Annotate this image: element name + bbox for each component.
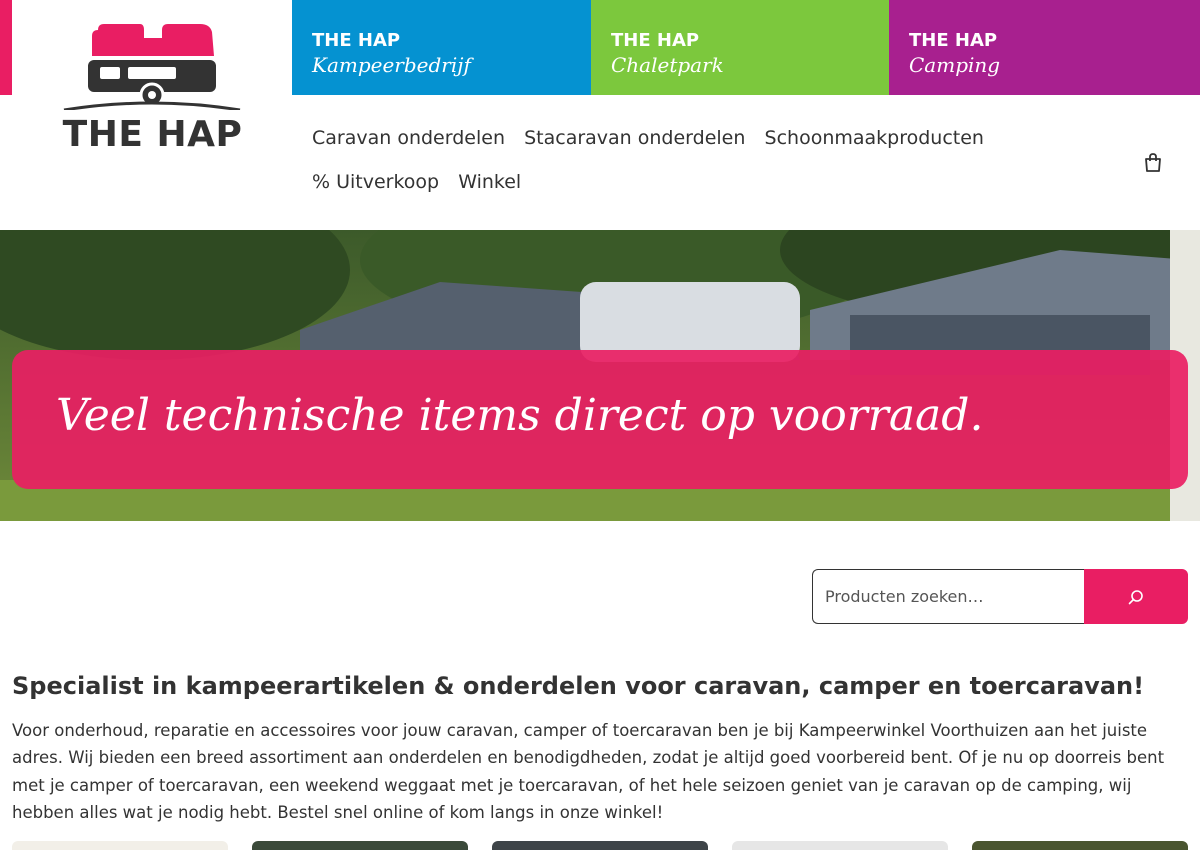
logo-text: THE HAP <box>62 114 243 155</box>
tile-title: THE HAP <box>909 30 998 51</box>
hero-banner: Veel technische items direct op voorraad… <box>12 350 1188 489</box>
category-thumbnail[interactable] <box>252 841 468 850</box>
tile-chaletpark[interactable]: THE HAP Chaletpark <box>591 0 889 95</box>
caravan-logo-icon <box>63 24 241 112</box>
search-button[interactable] <box>1084 569 1188 624</box>
hero-banner-text: Veel technische items direct op voorraad… <box>56 390 984 441</box>
tile-subtitle: Chaletpark <box>611 53 724 77</box>
search-icon <box>1128 589 1143 604</box>
main-nav: Caravan onderdelen Stacaravan onderdelen… <box>312 118 1092 206</box>
hero-section: Veel technische items direct op voorraad… <box>0 230 1200 521</box>
category-thumbnail[interactable] <box>972 841 1188 850</box>
tile-kampeerbedrijf[interactable]: THE HAP Kampeerbedrijf <box>292 0 591 95</box>
site-logo[interactable]: THE HAP <box>60 20 245 160</box>
category-thumbnail[interactable] <box>12 841 228 850</box>
category-thumbnails <box>0 841 1200 850</box>
intro-title: Specialist in kampeerartikelen & onderde… <box>12 672 1145 700</box>
tile-title: THE HAP <box>312 30 401 51</box>
nav-item-winkel[interactable]: Winkel <box>458 162 521 206</box>
intro-text: Voor onderhoud, reparatie en accessoires… <box>12 721 1165 822</box>
nav-item-schoonmaakproducten[interactable]: Schoonmaakproducten <box>765 118 984 162</box>
nav-item-uitverkoop[interactable]: % Uitverkoop <box>312 162 439 206</box>
brand-accent-strip <box>0 0 12 95</box>
nav-item-stacaravan-onderdelen[interactable]: Stacaravan onderdelen <box>524 118 745 162</box>
tile-subtitle: Camping <box>909 53 1001 77</box>
category-thumbnail[interactable] <box>492 841 708 850</box>
search-input[interactable] <box>812 569 1084 624</box>
category-thumbnail[interactable] <box>732 841 948 850</box>
tile-subtitle: Kampeerbedrijf <box>312 53 471 77</box>
tile-camping[interactable]: THE HAP Camping <box>889 0 1200 95</box>
product-search-form <box>812 569 1188 624</box>
shopping-bag-icon <box>1145 153 1161 172</box>
cart-button[interactable] <box>1142 152 1164 174</box>
nav-item-caravan-onderdelen[interactable]: Caravan onderdelen <box>312 118 505 162</box>
tile-title: THE HAP <box>611 30 700 51</box>
